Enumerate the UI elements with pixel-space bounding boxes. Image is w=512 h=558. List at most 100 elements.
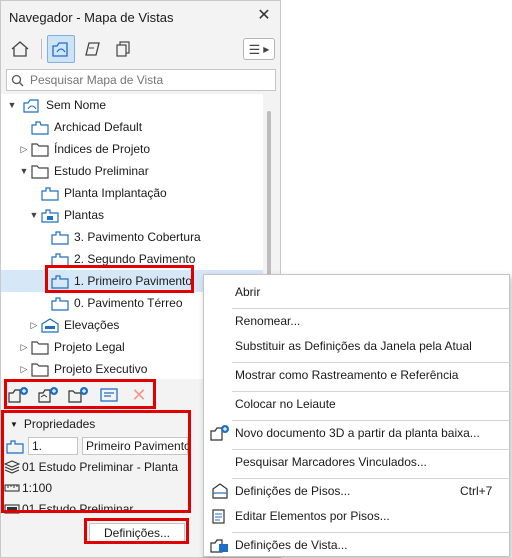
properties-title: Propriedades — [23, 417, 96, 431]
publisher-sets-icon — [116, 41, 130, 57]
story-settings-icon — [210, 482, 230, 500]
menu-icon: ☰ — [248, 41, 261, 57]
menu-item-label: Definições de Pisos... — [235, 484, 351, 498]
layout-book-icon — [85, 42, 100, 56]
model-view-icon — [4, 504, 20, 514]
close-icon[interactable]: ✕ — [255, 7, 273, 25]
view-settings-button[interactable] — [97, 384, 121, 406]
tree-item-label: Plantas — [64, 208, 105, 222]
clone-folder-icon — [38, 387, 58, 403]
view-id-field[interactable]: 1. — [28, 437, 78, 455]
window-title: Navegador - Mapa de Vistas — [9, 9, 174, 25]
chevron-down-icon[interactable]: ▼ — [29, 204, 39, 226]
tree-item-label: Elevações — [64, 318, 120, 332]
prop-id-name-row: 1. Primeiro Pavimento — [4, 436, 191, 456]
menu-item-label: Definições de Vista... — [235, 538, 348, 552]
tree-item-sem-nome[interactable]: ▼ Sem Nome — [1, 94, 263, 116]
scale-ruler-icon — [4, 484, 20, 492]
house-icon — [11, 41, 29, 57]
new-folder-icon — [68, 387, 88, 403]
menu-item-label: Mostrar como Rastreamento e Referência — [235, 368, 459, 382]
tree-item-label: Planta Implantação — [64, 186, 167, 200]
tree-item-label: 2. Segundo Pavimento — [74, 252, 196, 266]
properties-header[interactable]: ▼ Propriedades — [4, 414, 189, 434]
menu-item-label: Renomear... — [235, 314, 301, 328]
chevron-right-icon[interactable]: ▷ — [19, 138, 29, 160]
view-icon — [41, 185, 59, 201]
tree-item-archicad-default[interactable]: Archicad Default — [1, 116, 263, 138]
elevation-icon — [41, 317, 59, 333]
menu-item-label: Editar Elementos por Pisos... — [235, 509, 390, 523]
edit-elements-icon — [210, 507, 230, 525]
chevron-down-icon[interactable]: ▼ — [19, 160, 29, 182]
prop-scale-row[interactable]: 1:100 — [4, 478, 52, 498]
chevron-right-icon[interactable]: ▷ — [19, 336, 29, 358]
save-current-view-button[interactable] — [7, 384, 31, 406]
project-map-icon — [23, 97, 41, 113]
view-name-field[interactable]: Primeiro Pavimento — [82, 437, 191, 455]
view-icon — [51, 295, 69, 311]
clone-folder-button[interactable] — [37, 384, 61, 406]
view-settings-icon — [210, 536, 230, 554]
tree-item-pavimento-3[interactable]: 3. Pavimento Cobertura — [1, 226, 263, 248]
tree-item-indices[interactable]: ▷ Índices de Projeto — [1, 138, 263, 160]
view-icon — [51, 273, 69, 289]
folder-icon — [31, 361, 49, 377]
menu-item-shortcut: Ctrl+7 — [460, 484, 493, 498]
menu-item-label: Substituir as Definições da Janela pela … — [235, 339, 472, 353]
view-icon — [51, 251, 69, 267]
toolbar-separator — [41, 39, 42, 59]
menu-item-view-settings[interactable]: Definições de Vista... — [204, 533, 511, 557]
view-folder-icon — [41, 207, 59, 223]
delete-button[interactable]: ✕ — [127, 384, 151, 406]
layers-icon — [4, 460, 20, 474]
folder-icon — [31, 163, 49, 179]
delete-x-icon: ✕ — [131, 385, 147, 405]
tree-item-planta-implantacao[interactable]: Planta Implantação — [1, 182, 263, 204]
publisher-sets-button[interactable] — [109, 35, 137, 63]
chevron-down-icon[interactable]: ▼ — [7, 94, 17, 116]
new-folder-button[interactable] — [67, 384, 91, 406]
layer-combination-value: 01 Estudo Preliminar - Planta — [22, 460, 179, 474]
layout-book-button[interactable] — [79, 35, 107, 63]
folder-icon — [31, 339, 49, 355]
tree-item-label: Sem Nome — [46, 98, 107, 112]
chevron-right-icon: ▶ — [263, 44, 270, 54]
menu-item-edit-by-story[interactable]: Editar Elementos por Pisos... — [204, 504, 511, 528]
menu-item-rename[interactable]: Renomear... — [204, 309, 511, 333]
tree-item-label: Índices de Projeto — [54, 142, 151, 156]
search-input[interactable] — [30, 73, 270, 87]
search-icon — [11, 74, 24, 86]
view-map-button[interactable] — [47, 35, 75, 63]
tree-item-label: Archicad Default — [54, 120, 143, 134]
tree-item-label: Projeto Legal — [54, 340, 125, 354]
project-map-button[interactable] — [6, 35, 34, 63]
view-map-icon — [52, 42, 68, 57]
chevron-right-icon[interactable]: ▷ — [29, 314, 39, 336]
tree-item-plantas[interactable]: ▼ Plantas — [1, 204, 263, 226]
menu-item-story-settings[interactable]: Definições de Pisos... Ctrl+7 — [204, 479, 511, 503]
tree-item-estudo-preliminar[interactable]: ▼ Estudo Preliminar — [1, 160, 263, 182]
view-folder-icon — [31, 119, 49, 135]
tree-item-label: 3. Pavimento Cobertura — [74, 230, 201, 244]
settings-card-icon — [100, 388, 118, 402]
menu-item-show-trace[interactable]: Mostrar como Rastreamento e Referência — [204, 363, 511, 387]
prop-model-view-row[interactable]: 01 Estudo Preliminar — [4, 499, 133, 519]
menu-item-find-linked-markers[interactable]: Pesquisar Marcadores Vinculados... — [204, 450, 511, 474]
menu-item-open[interactable]: Abrir — [204, 280, 511, 304]
prop-layer-row[interactable]: 01 Estudo Preliminar - Planta — [4, 457, 178, 477]
menu-item-label: Abrir — [235, 285, 261, 299]
options-menu-button[interactable]: ☰ ▶ — [243, 38, 275, 60]
chevron-right-icon[interactable]: ▷ — [19, 358, 29, 379]
menu-item-new-3d-document[interactable]: Novo documento 3D a partir da planta bai… — [204, 421, 511, 445]
menu-item-place-layout[interactable]: Colocar no Leiaute — [204, 392, 511, 416]
tree-item-label: 1. Primeiro Pavimento — [74, 274, 193, 288]
menu-item-label: Novo documento 3D a partir da planta bai… — [235, 426, 480, 440]
new-3d-document-icon — [210, 424, 230, 442]
model-view-value: 01 Estudo Preliminar — [22, 502, 134, 516]
context-menu: Abrir Renomear... Substituir as Definiçõ… — [203, 274, 510, 557]
tree-item-pavimento-2[interactable]: 2. Segundo Pavimento — [1, 248, 263, 270]
menu-item-replace-settings[interactable]: Substituir as Definições da Janela pela … — [204, 334, 511, 358]
settings-button[interactable]: Definições... — [89, 523, 185, 543]
tree-item-label: Projeto Executivo — [54, 362, 148, 376]
